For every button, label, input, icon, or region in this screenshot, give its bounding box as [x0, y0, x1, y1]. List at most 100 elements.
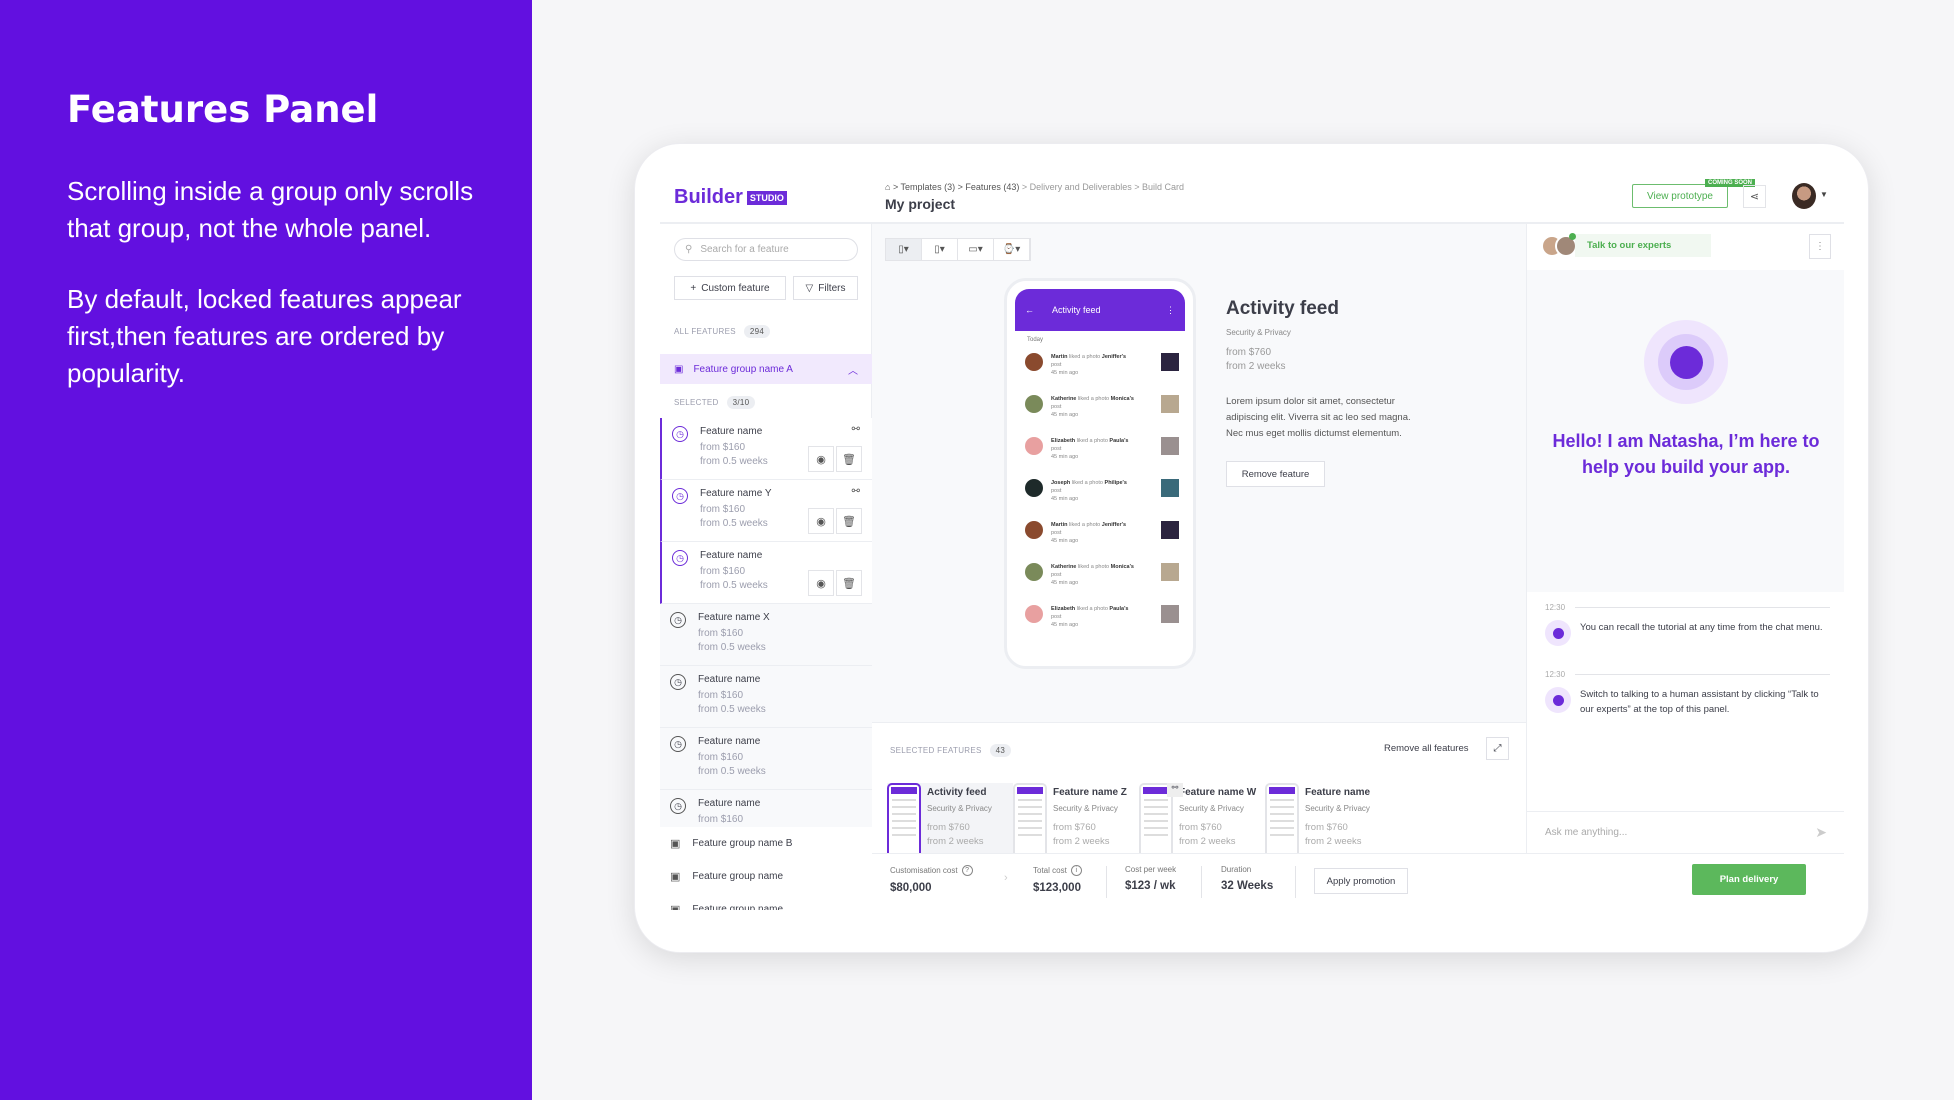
talk-to-experts-label: Talk to our experts	[1575, 234, 1712, 257]
natasha-icon	[1545, 620, 1571, 646]
preview-button[interactable]: ◉	[808, 446, 834, 472]
plan-delivery-button[interactable]: Plan delivery	[1692, 864, 1806, 895]
thumb-line	[892, 813, 916, 815]
feed-text: Elizabeth liked a photo Paula's post 45 mi…	[1051, 437, 1153, 461]
feature-list[interactable]: ◷ Feature name from $160 from 0.5 weeks ⚯ ◉ 🗑 ◷…	[660, 418, 872, 872]
chat-menu-button[interactable]: ⋮	[1809, 234, 1831, 259]
customisation-cost: Customisation cost? $80,000	[890, 865, 973, 894]
feature-thumbnail	[1265, 783, 1299, 855]
selected-feature-card[interactable]: Feature name Z Security & Privacy from $76…	[1013, 783, 1139, 855]
feed-user: Katherine	[1051, 396, 1077, 402]
feature-group[interactable]: ▣ Feature group name	[660, 860, 872, 893]
expand-button[interactable]: ⤢	[1486, 737, 1509, 760]
feed-item: Elizabeth liked a photo Paula's post 45 mi…	[1007, 433, 1193, 475]
selected-label: SELECTED 3/10	[674, 396, 756, 409]
search-input[interactable]: ⚲ Search for a feature	[674, 238, 858, 261]
feed-time: 45 min ago	[1051, 496, 1079, 502]
home-icon[interactable]: ⌂	[885, 182, 890, 192]
thumb-header	[1017, 787, 1043, 794]
plus-icon: +	[690, 282, 697, 294]
detail-pricing: from $760 from 2 weeks	[1226, 346, 1285, 374]
breadcrumb-item[interactable]: Delivery and Deliverables	[1030, 182, 1132, 192]
preview-button[interactable]: ◉	[808, 508, 834, 534]
feed-text: Martin liked a photo Jeniffer's post 45 mi…	[1051, 521, 1153, 545]
view-prototype-button[interactable]: View prototype	[1632, 184, 1728, 208]
tablet-view-button[interactable]: ▯▾	[922, 239, 958, 260]
feature-price: from $160	[698, 690, 744, 701]
feed-thumbnail	[1161, 521, 1179, 539]
chip-icon: ▣	[674, 363, 684, 375]
filters-button[interactable]: ▽ Filters	[793, 276, 858, 300]
preview-today: Today	[1027, 337, 1044, 343]
detail-price: from $760	[1226, 347, 1272, 358]
delete-button[interactable]: 🗑	[836, 446, 862, 472]
chat-input[interactable]: Ask me anything... ➤	[1527, 811, 1844, 853]
thumb-line	[1144, 834, 1168, 836]
info-icon[interactable]: i	[1070, 865, 1082, 876]
builder-logo[interactable]: Builder STUDIO	[674, 186, 787, 209]
group-name: Feature group name B	[692, 838, 793, 849]
apply-promotion-button[interactable]: Apply promotion	[1314, 868, 1408, 894]
feature-group[interactable]: ▣ Feature group name B	[660, 827, 872, 860]
thumb-header	[891, 787, 917, 794]
selected-feature-card[interactable]: Feature name Security & Privacy from $760 f…	[1265, 783, 1391, 855]
feed-action: liked a photo	[1077, 564, 1110, 570]
feed-user: Elizabeth	[1051, 438, 1076, 444]
duration-value: 32 Weeks	[1221, 880, 1274, 892]
group-name: Feature group name A	[693, 363, 793, 375]
feed-suffix: post	[1051, 530, 1062, 536]
send-icon[interactable]: ➤	[1815, 824, 1827, 841]
feed-thumbnail	[1161, 605, 1179, 623]
remove-feature-button[interactable]: Remove feature	[1226, 461, 1325, 487]
feature-row[interactable]: ◷ Feature name from $160 from 0.5 weeks ◉ 🗑	[660, 542, 872, 604]
detail-title: Activity feed	[1226, 298, 1339, 319]
remove-all-features-link[interactable]: Remove all features	[1384, 743, 1468, 754]
desktop-view-button[interactable]: ▭▾	[958, 239, 994, 260]
intro-panel: Features Panel Scrolling inside a group …	[0, 0, 532, 1100]
feed-text: Martin liked a photo Jeniffer's post 45 mi…	[1051, 353, 1153, 377]
mobile-view-button[interactable]: ▯▾	[886, 239, 922, 260]
delete-button[interactable]: 🗑	[836, 570, 862, 596]
breadcrumb-item[interactable]: Templates (3)	[901, 182, 956, 192]
feed-time: 45 min ago	[1051, 580, 1079, 586]
help-icon[interactable]: ?	[961, 865, 973, 876]
filters-label: Filters	[818, 282, 846, 294]
group-name: Feature group name	[692, 871, 784, 882]
talk-to-experts-button[interactable]: Talk to our experts	[1541, 234, 1712, 257]
selected-feature-card[interactable]: ⚯ Feature name W Security & Privacy from $7…	[1139, 783, 1265, 855]
chevron-up-icon[interactable]: ︿	[848, 362, 858, 377]
feature-group-a[interactable]: ▣ Feature group name A ︿	[660, 354, 872, 384]
week-label: Cost per week	[1125, 865, 1177, 874]
share-button[interactable]: ⋖	[1743, 185, 1766, 208]
thumb-line	[1018, 806, 1042, 808]
feature-row[interactable]: ◷ Feature name from $160 from 0.5 weeks	[660, 728, 872, 790]
feed-line: Katherine liked a photo Monica's	[1051, 563, 1153, 571]
feature-group[interactable]: ▣ Feature group name	[660, 893, 872, 910]
card-price: from $760	[1053, 822, 1096, 833]
card-duration: from 2 weeks	[1179, 836, 1236, 847]
feed-avatar	[1025, 395, 1043, 413]
chevron-down-icon[interactable]: ▼	[1820, 190, 1828, 199]
feature-row[interactable]: ◷ Feature name X from $160 from 0.5 weeks	[660, 604, 872, 666]
feature-row[interactable]: ◷ Feature name from $160 from 0.5 weeks	[660, 666, 872, 728]
breadcrumb-item[interactable]: Features (43)	[965, 182, 1019, 192]
feature-name: Feature name X	[698, 612, 770, 623]
feature-row[interactable]: ◷ Feature name from $160 from 0.5 weeks ⚯ ◉ 🗑	[660, 418, 872, 480]
message-text: You can recall the tutorial at any time …	[1580, 622, 1823, 633]
feature-icon: ◷	[670, 798, 686, 814]
custom-feature-button[interactable]: + Custom feature	[674, 276, 786, 300]
watch-view-button[interactable]: ⌚▾	[994, 239, 1030, 260]
feed-suffix: post	[1051, 572, 1062, 578]
feed-item: Martin liked a photo Jeniffer's post 45 mi…	[1007, 349, 1193, 391]
user-avatar[interactable]	[1792, 183, 1816, 209]
feed-thumbnail	[1161, 437, 1179, 455]
feed-line: Joseph liked a photo Philipe's	[1051, 479, 1153, 487]
selected-feature-card[interactable]: Activity feed Security & Privacy from $760…	[887, 783, 1013, 855]
feature-icon: ◷	[672, 488, 688, 504]
preview-button[interactable]: ◉	[808, 570, 834, 596]
feature-row[interactable]: ◷ Feature name Yfrom $160 from 0.5 weeks ⚯ ◉…	[660, 480, 872, 542]
delete-button[interactable]: 🗑	[836, 508, 862, 534]
more-icon: ⋮	[1166, 304, 1175, 315]
feature-thumbnail	[1013, 783, 1047, 855]
eye-icon: ◉	[816, 515, 826, 528]
